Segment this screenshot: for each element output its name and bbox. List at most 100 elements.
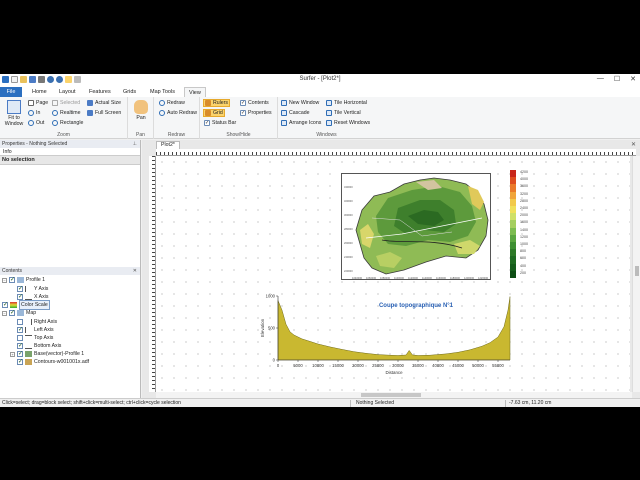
tab-file[interactable]: File — [0, 87, 22, 97]
visibility-checkbox[interactable] — [17, 335, 23, 341]
color-scale-icon — [10, 302, 17, 308]
properties-label: Properties — [248, 110, 272, 116]
visibility-checkbox[interactable] — [9, 276, 15, 284]
collapse-icon[interactable]: − — [2, 277, 7, 283]
visibility-checkbox[interactable] — [17, 342, 23, 350]
color-scale[interactable] — [510, 170, 516, 279]
full-screen-button[interactable]: Full Screen — [87, 109, 121, 117]
tree-item-label: Left Axis — [34, 327, 54, 333]
reset-windows-label: Reset Windows — [334, 120, 371, 126]
grid-toggle[interactable]: Grid — [203, 109, 225, 117]
properties-toggle[interactable]: ✓ Properties — [240, 109, 272, 117]
pan-button[interactable]: Pan — [131, 100, 151, 121]
actual-size-button[interactable]: Actual Size — [87, 99, 121, 107]
no-selection-label: No selection — [0, 156, 140, 165]
vertical-scroll-thumb[interactable] — [635, 266, 639, 276]
zoom-out-label: Out — [36, 120, 45, 126]
cascade-button[interactable]: Cascade — [281, 109, 309, 117]
tree-item-contours[interactable]: Contours-w001001x.adf — [17, 358, 89, 366]
pan-group-label: Pan — [136, 132, 145, 138]
visibility-checkbox[interactable] — [17, 350, 23, 358]
zoom-rectangle-button[interactable]: Rectangle — [52, 119, 83, 127]
contours-icon — [25, 359, 32, 365]
fit-to-window-label-2: Window — [4, 121, 24, 127]
x-tick-label: 0 — [277, 363, 280, 368]
windows-group-label: Windows — [316, 132, 337, 138]
maximize-button[interactable]: ☐ — [614, 75, 620, 83]
zoom-realtime-button[interactable]: Realtime — [52, 109, 80, 117]
vertical-scrollbar[interactable] — [632, 156, 640, 392]
showhide-group: Rulers Grid ✓ Status Bar ✓ Contents ✓ Prope… — [200, 97, 278, 139]
tree-item-base-vector[interactable]: + Base(vector)-Profile 1 — [10, 350, 84, 358]
color-scale-label: 2000 — [520, 213, 528, 218]
reset-windows-button[interactable]: Reset Windows — [326, 119, 370, 127]
arrange-icons-button[interactable]: Arrange Icons — [281, 119, 321, 127]
status-bar: Click=select; drag=block select; shift+c… — [0, 398, 640, 407]
tab-layout[interactable]: Layout — [55, 87, 80, 97]
tab-map-tools[interactable]: Map Tools — [146, 87, 179, 97]
visibility-checkbox[interactable] — [17, 285, 23, 293]
tree-item-top-axis[interactable]: Top Axis — [17, 334, 53, 342]
ribbon: Fit to Window Page Selected Actual Size … — [0, 97, 640, 139]
horizontal-scroll-thumb[interactable] — [361, 393, 421, 397]
tree-item-profile-1[interactable]: − Profile 1 — [2, 276, 45, 284]
status-bar-toggle[interactable]: ✓ Status Bar — [204, 119, 236, 127]
visibility-checkbox[interactable] — [17, 326, 23, 334]
x-tick-label: 40000 — [432, 363, 444, 368]
window-title: Surfer - [Plot2*] — [299, 76, 341, 82]
map-y-tick: 280000 — [344, 227, 353, 231]
color-scale-label: 1600 — [520, 220, 528, 225]
cascade-label: Cascade — [289, 110, 310, 116]
tree-item-color-scale[interactable]: Color Scale — [2, 300, 50, 310]
visibility-checkbox[interactable] — [17, 358, 23, 366]
zoom-page-button[interactable]: Page — [28, 99, 48, 107]
tree-item-map[interactable]: − Map — [2, 309, 36, 317]
page-icon — [28, 100, 34, 106]
tab-view[interactable]: View — [184, 87, 206, 97]
minimize-button[interactable]: — — [597, 75, 604, 83]
visibility-checkbox[interactable] — [2, 301, 8, 309]
tab-grids[interactable]: Grids — [119, 87, 140, 97]
surfer-window: Surfer - [Plot2*] — ☐ ✕ File Home Layout… — [0, 74, 640, 407]
contour-map[interactable]: 340000 320000 300000 280000 260000 24000… — [341, 173, 491, 280]
tree-item-right-axis[interactable]: Right Axis — [17, 318, 57, 326]
zoom-selected-button[interactable]: Selected — [52, 99, 80, 107]
status-bar-label: Status Bar — [212, 120, 237, 126]
tab-plot2[interactable]: Plot2* — [156, 141, 180, 149]
tree-item-y-axis[interactable]: Y Axis — [17, 285, 48, 293]
auto-redraw-button[interactable]: Auto Redraw — [159, 109, 197, 117]
zoom-in-button[interactable]: In — [28, 109, 40, 117]
tile-horizontal-button[interactable]: Tile Horizontal — [326, 99, 367, 107]
x-axis-title: Distance — [385, 370, 403, 375]
axis-icon — [25, 286, 32, 292]
tree-item-bottom-axis[interactable]: Bottom Axis — [17, 342, 61, 350]
plot-page[interactable]: 340000 320000 300000 280000 260000 24000… — [156, 156, 630, 392]
tree-item-label: Profile 1 — [26, 277, 46, 283]
tab-features[interactable]: Features — [85, 87, 115, 97]
close-button[interactable]: ✕ — [630, 75, 636, 83]
tree-item-left-axis[interactable]: Left Axis — [17, 326, 54, 334]
tile-vertical-label: Tile Vertical — [334, 110, 361, 116]
tab-home[interactable]: Home — [28, 87, 51, 97]
contents-checkbox: ✓ — [240, 100, 246, 106]
zoom-realtime-label: Realtime — [60, 110, 81, 116]
elevation-profile-chart[interactable]: 100050000 5000 10000 15000 20000 25000 30000 35… — [260, 292, 520, 392]
visibility-checkbox[interactable] — [9, 309, 15, 317]
rulers-toggle[interactable]: Rulers — [203, 99, 230, 107]
new-window-button[interactable]: New Window — [281, 99, 319, 107]
properties-pin-icon[interactable]: ⊥ — [133, 140, 137, 148]
contents-toggle[interactable]: ✓ Contents — [240, 99, 269, 107]
collapse-icon[interactable]: − — [2, 310, 7, 316]
expand-icon[interactable]: + — [10, 351, 15, 357]
tile-vertical-button[interactable]: Tile Vertical — [326, 109, 361, 117]
zoom-out-button[interactable]: Out — [28, 119, 44, 127]
redraw-group: Redraw Auto Redraw Redraw — [154, 97, 200, 139]
document-close-icon[interactable]: ✕ — [631, 141, 636, 148]
info-tab[interactable]: Info — [0, 148, 140, 156]
zoom-selected-icon — [52, 100, 58, 106]
visibility-checkbox[interactable] — [17, 319, 23, 325]
map-y-tick: 340000 — [344, 185, 353, 189]
contents-close-icon[interactable]: ✕ — [133, 267, 137, 275]
redraw-button[interactable]: Redraw — [159, 99, 185, 107]
fit-to-window-button[interactable]: Fit to Window — [3, 100, 25, 127]
